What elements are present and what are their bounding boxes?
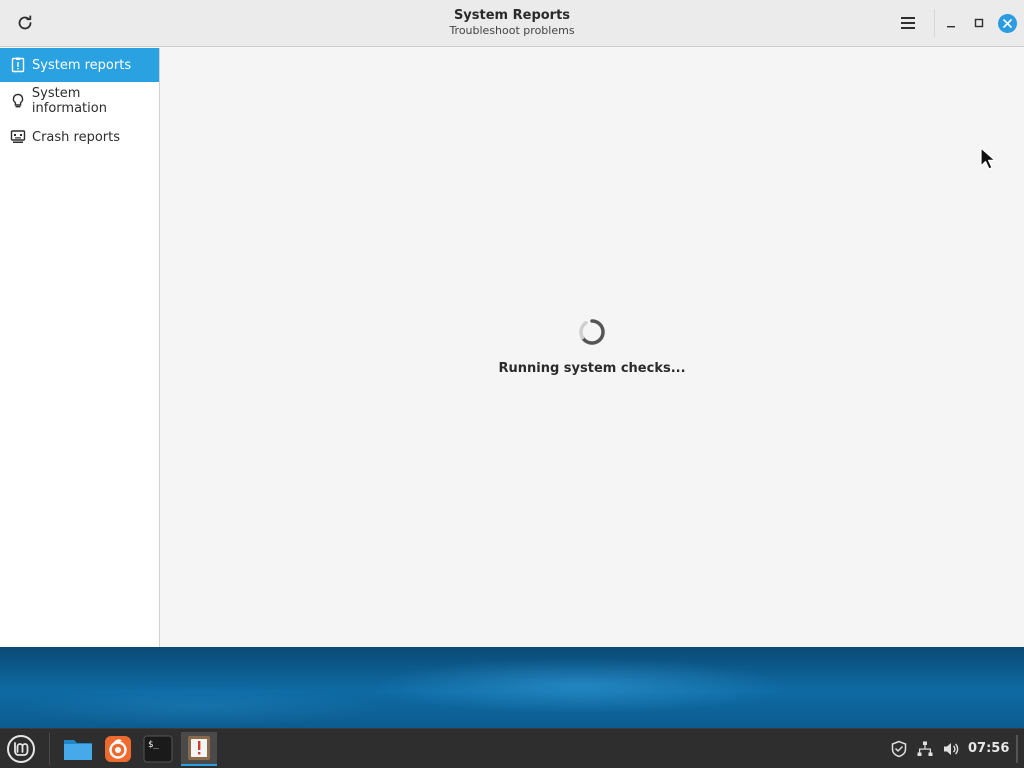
mouse-cursor-icon [980, 147, 998, 175]
terminal-icon: $_ [143, 735, 173, 763]
titlebar-separator [934, 9, 935, 37]
network-tray-button[interactable] [914, 738, 936, 760]
loading-spinner [578, 318, 606, 346]
taskbar-divider [49, 733, 50, 765]
refresh-button[interactable] [10, 9, 40, 37]
mint-menu-button[interactable] [4, 732, 38, 766]
window-title-block: System Reports Troubleshoot problems [362, 8, 662, 38]
sidebar: System reports System information Crash … [0, 48, 160, 647]
svg-text:$_: $_ [148, 740, 159, 750]
window-subtitle: Troubleshoot problems [449, 24, 575, 37]
system-reports-window: System Reports Troubleshoot problems Sys… [0, 0, 1024, 647]
sidebar-item-system-information[interactable]: System information [0, 84, 159, 118]
sidebar-item-label: System information [31, 86, 107, 116]
status-message: Running system checks... [498, 361, 686, 376]
sidebar-item-crash-reports[interactable]: Crash reports [0, 120, 159, 154]
main-content: Running system checks... [160, 48, 1024, 647]
sidebar-item-label: Crash reports [32, 129, 121, 145]
firefox-launcher[interactable] [101, 732, 135, 766]
refresh-icon [18, 15, 32, 30]
folder-icon [64, 740, 92, 760]
volume-icon [944, 743, 959, 755]
minimize-icon [947, 26, 955, 28]
network-icon [917, 741, 933, 756]
show-desktop-button[interactable] [1016, 735, 1018, 763]
close-button[interactable] [996, 12, 1018, 34]
firefox-icon [105, 736, 131, 762]
minimize-button[interactable] [941, 12, 961, 34]
system-reports-icon [188, 736, 210, 760]
report-icon [9, 56, 27, 74]
terminal-launcher[interactable]: $_ [141, 732, 175, 766]
titlebar[interactable]: System Reports Troubleshoot problems [0, 0, 1024, 47]
window-title: System Reports [453, 8, 571, 23]
linux-mint-icon [7, 735, 35, 763]
maximize-icon [974, 18, 984, 28]
main-menu-button[interactable] [893, 9, 923, 37]
close-icon [997, 13, 1017, 33]
clock[interactable]: 07:56 [968, 741, 1009, 756]
taskbar: $_ 07:56 [0, 728, 1024, 768]
security-tray-button[interactable] [888, 738, 910, 760]
hamburger-menu-icon [901, 17, 915, 29]
volume-tray-button[interactable] [940, 738, 962, 760]
files-launcher[interactable] [61, 732, 95, 766]
lightbulb-icon [9, 92, 27, 110]
sidebar-item-system-reports[interactable]: System reports [0, 48, 159, 82]
shield-icon [891, 740, 907, 758]
sidebar-item-label: System reports [32, 57, 132, 73]
crash-monitor-icon [9, 128, 27, 146]
system-reports-launcher[interactable] [181, 732, 217, 766]
maximize-button[interactable] [969, 12, 989, 34]
